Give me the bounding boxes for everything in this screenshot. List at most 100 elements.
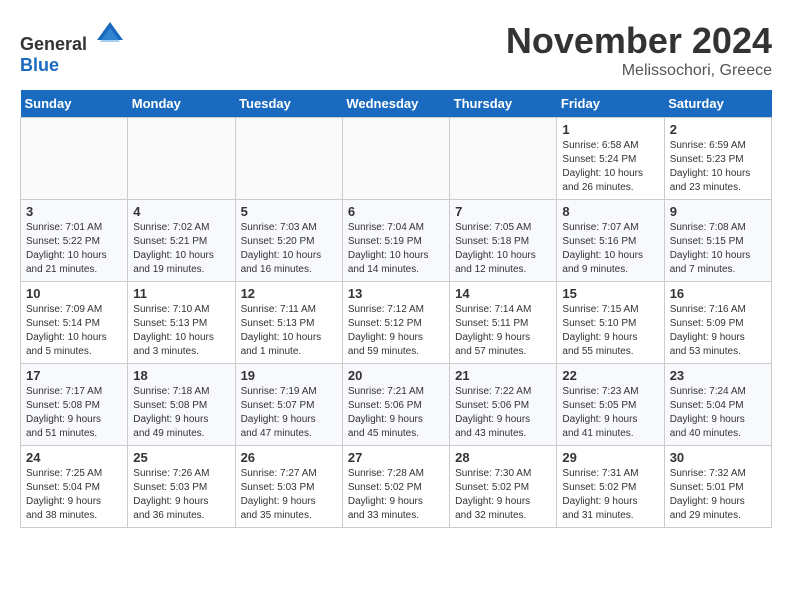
calendar-week-row: 17 Sunrise: 7:17 AM Sunset: 5:08 PM Dayli… (21, 364, 772, 446)
col-header-friday: Friday (557, 90, 664, 118)
calendar-table: SundayMondayTuesdayWednesdayThursdayFrid… (20, 90, 772, 528)
day-info: Sunrise: 7:01 AM Sunset: 5:22 PM Dayligh… (26, 221, 122, 277)
day-info: Sunrise: 7:25 AM Sunset: 5:04 PM Dayligh… (26, 467, 122, 523)
calendar-cell: 2Sunrise: 6:59 AM Sunset: 5:23 PM Daylig… (664, 118, 771, 200)
day-number: 6 (348, 204, 444, 219)
day-number: 5 (241, 204, 337, 219)
day-number: 25 (133, 450, 229, 465)
calendar-cell: 16Sunrise: 7:16 AM Sunset: 5:09 PM Dayli… (664, 282, 771, 364)
day-info: Sunrise: 7:10 AM Sunset: 5:13 PM Dayligh… (133, 303, 229, 359)
day-number: 28 (455, 450, 551, 465)
day-number: 17 (26, 368, 122, 383)
calendar-cell: 12 Sunrise: 7:11 AM Sunset: 5:13 PM Dayli… (235, 282, 342, 364)
calendar-cell: 28 Sunrise: 7:30 AM Sunset: 5:02 PM Dayli… (450, 446, 557, 528)
col-header-wednesday: Wednesday (342, 90, 449, 118)
calendar-cell: 3Sunrise: 7:01 AM Sunset: 5:22 PM Daylig… (21, 200, 128, 282)
day-number: 4 (133, 204, 229, 219)
day-number: 13 (348, 286, 444, 301)
logo-blue: Blue (20, 55, 59, 75)
calendar-cell (450, 118, 557, 200)
day-number: 21 (455, 368, 551, 383)
calendar-cell: 14 Sunrise: 7:14 AM Sunset: 5:11 PM Dayli… (450, 282, 557, 364)
day-info: Sunrise: 7:32 AM Sunset: 5:01 PM Dayligh… (670, 467, 766, 523)
calendar-cell: 10 Sunrise: 7:09 AM Sunset: 5:14 PM Dayli… (21, 282, 128, 364)
day-info: Sunrise: 7:08 AM Sunset: 5:15 PM Dayligh… (670, 221, 766, 277)
calendar-cell: 21 Sunrise: 7:22 AM Sunset: 5:06 PM Dayli… (450, 364, 557, 446)
day-info: Sunrise: 7:23 AM Sunset: 5:05 PM Dayligh… (562, 385, 658, 441)
calendar-cell: 6Sunrise: 7:04 AM Sunset: 5:19 PM Daylig… (342, 200, 449, 282)
day-number: 14 (455, 286, 551, 301)
day-number: 20 (348, 368, 444, 383)
day-number: 1 (562, 122, 658, 137)
day-info: Sunrise: 7:14 AM Sunset: 5:11 PM Dayligh… (455, 303, 551, 359)
calendar-header-row: SundayMondayTuesdayWednesdayThursdayFrid… (21, 90, 772, 118)
day-number: 27 (348, 450, 444, 465)
calendar-cell: 24 Sunrise: 7:25 AM Sunset: 5:04 PM Dayli… (21, 446, 128, 528)
day-info: Sunrise: 7:19 AM Sunset: 5:07 PM Dayligh… (241, 385, 337, 441)
day-info: Sunrise: 7:27 AM Sunset: 5:03 PM Dayligh… (241, 467, 337, 523)
day-number: 30 (670, 450, 766, 465)
day-number: 12 (241, 286, 337, 301)
calendar-cell: 9 Sunrise: 7:08 AM Sunset: 5:15 PM Daylig… (664, 200, 771, 282)
calendar-cell: 22Sunrise: 7:23 AM Sunset: 5:05 PM Dayli… (557, 364, 664, 446)
calendar-cell: 15 Sunrise: 7:15 AM Sunset: 5:10 PM Dayli… (557, 282, 664, 364)
calendar-cell: 30 Sunrise: 7:32 AM Sunset: 5:01 PM Dayli… (664, 446, 771, 528)
title-section: November 2024 Melissochori, Greece (506, 20, 772, 80)
day-number: 8 (562, 204, 658, 219)
col-header-sunday: Sunday (21, 90, 128, 118)
calendar-cell: 29Sunrise: 7:31 AM Sunset: 5:02 PM Dayli… (557, 446, 664, 528)
day-number: 29 (562, 450, 658, 465)
day-info: Sunrise: 6:59 AM Sunset: 5:23 PM Dayligh… (670, 139, 766, 195)
calendar-cell: 25 Sunrise: 7:26 AM Sunset: 5:03 PM Dayli… (128, 446, 235, 528)
calendar-cell (235, 118, 342, 200)
calendar-cell: 23 Sunrise: 7:24 AM Sunset: 5:04 PM Dayli… (664, 364, 771, 446)
calendar-cell: 19 Sunrise: 7:19 AM Sunset: 5:07 PM Dayli… (235, 364, 342, 446)
day-info: Sunrise: 7:17 AM Sunset: 5:08 PM Dayligh… (26, 385, 122, 441)
day-info: Sunrise: 7:24 AM Sunset: 5:04 PM Dayligh… (670, 385, 766, 441)
day-info: Sunrise: 7:02 AM Sunset: 5:21 PM Dayligh… (133, 221, 229, 277)
logo-text: General Blue (20, 20, 125, 76)
day-info: Sunrise: 7:03 AM Sunset: 5:20 PM Dayligh… (241, 221, 337, 277)
logo: General Blue (20, 20, 125, 76)
day-info: Sunrise: 7:05 AM Sunset: 5:18 PM Dayligh… (455, 221, 551, 277)
calendar-cell (128, 118, 235, 200)
calendar-cell: 18 Sunrise: 7:18 AM Sunset: 5:08 PM Dayli… (128, 364, 235, 446)
calendar-cell: 1Sunrise: 6:58 AM Sunset: 5:24 PM Daylig… (557, 118, 664, 200)
day-info: Sunrise: 7:15 AM Sunset: 5:10 PM Dayligh… (562, 303, 658, 359)
day-info: Sunrise: 7:09 AM Sunset: 5:14 PM Dayligh… (26, 303, 122, 359)
col-header-monday: Monday (128, 90, 235, 118)
month-title: November 2024 (506, 20, 772, 62)
day-number: 23 (670, 368, 766, 383)
day-number: 9 (670, 204, 766, 219)
calendar-cell: 20 Sunrise: 7:21 AM Sunset: 5:06 PM Dayli… (342, 364, 449, 446)
logo-icon (95, 20, 125, 50)
calendar-cell (342, 118, 449, 200)
calendar-week-row: 3Sunrise: 7:01 AM Sunset: 5:22 PM Daylig… (21, 200, 772, 282)
calendar-week-row: 10 Sunrise: 7:09 AM Sunset: 5:14 PM Dayli… (21, 282, 772, 364)
calendar-cell: 26 Sunrise: 7:27 AM Sunset: 5:03 PM Dayli… (235, 446, 342, 528)
calendar-cell: 7 Sunrise: 7:05 AM Sunset: 5:18 PM Daylig… (450, 200, 557, 282)
day-number: 19 (241, 368, 337, 383)
day-info: Sunrise: 7:26 AM Sunset: 5:03 PM Dayligh… (133, 467, 229, 523)
day-number: 18 (133, 368, 229, 383)
day-info: Sunrise: 7:18 AM Sunset: 5:08 PM Dayligh… (133, 385, 229, 441)
day-info: Sunrise: 7:16 AM Sunset: 5:09 PM Dayligh… (670, 303, 766, 359)
day-info: Sunrise: 7:07 AM Sunset: 5:16 PM Dayligh… (562, 221, 658, 277)
day-number: 11 (133, 286, 229, 301)
day-info: Sunrise: 7:12 AM Sunset: 5:12 PM Dayligh… (348, 303, 444, 359)
day-info: Sunrise: 7:21 AM Sunset: 5:06 PM Dayligh… (348, 385, 444, 441)
day-number: 10 (26, 286, 122, 301)
col-header-saturday: Saturday (664, 90, 771, 118)
page-header: General Blue November 2024 Melissochori,… (20, 20, 772, 80)
day-number: 15 (562, 286, 658, 301)
day-number: 24 (26, 450, 122, 465)
logo-general: General (20, 34, 87, 54)
day-number: 26 (241, 450, 337, 465)
day-info: Sunrise: 7:30 AM Sunset: 5:02 PM Dayligh… (455, 467, 551, 523)
calendar-cell: 8 Sunrise: 7:07 AM Sunset: 5:16 PM Daylig… (557, 200, 664, 282)
day-number: 7 (455, 204, 551, 219)
calendar-cell: 5 Sunrise: 7:03 AM Sunset: 5:20 PM Daylig… (235, 200, 342, 282)
day-info: Sunrise: 7:22 AM Sunset: 5:06 PM Dayligh… (455, 385, 551, 441)
day-info: Sunrise: 7:11 AM Sunset: 5:13 PM Dayligh… (241, 303, 337, 359)
calendar-cell: 11 Sunrise: 7:10 AM Sunset: 5:13 PM Dayli… (128, 282, 235, 364)
